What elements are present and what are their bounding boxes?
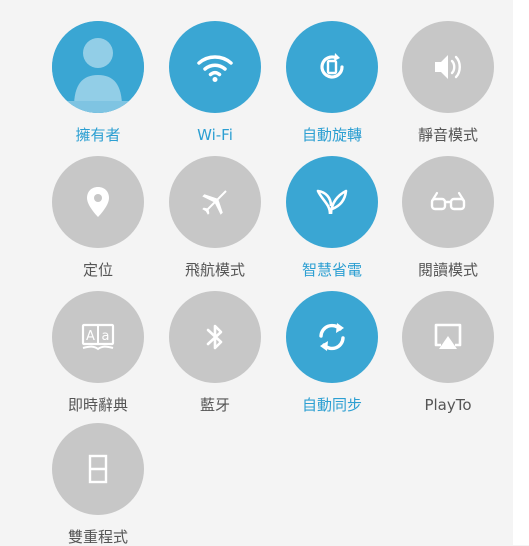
tile-playto[interactable]: PlayTo (390, 291, 506, 414)
tile-airplane-mode[interactable]: 飛航模式 (157, 156, 273, 279)
location-toggle[interactable] (52, 156, 144, 248)
tile-auto-rotate[interactable]: 自動旋轉 (274, 21, 390, 144)
tile-silent-mode[interactable]: 靜音模式 (390, 21, 506, 144)
tile-owner[interactable]: 擁有者 (40, 21, 156, 144)
tile-auto-sync-label: 自動同步 (301, 396, 362, 414)
tile-auto-rotate-label: 自動旋轉 (301, 126, 362, 144)
bluetooth-icon (206, 324, 223, 350)
tile-smart-saving-label: 智慧省電 (301, 261, 362, 279)
tile-wifi-label: Wi-Fi (197, 126, 233, 144)
airplane-icon (202, 190, 227, 215)
silent-mode-toggle[interactable] (402, 21, 494, 113)
smart-saving-toggle[interactable] (286, 156, 378, 248)
wifi-toggle[interactable] (169, 21, 261, 113)
dual-app-toggle[interactable] (52, 423, 144, 515)
auto-rotate-icon (320, 53, 344, 79)
wifi-icon (197, 55, 233, 82)
tile-location-label: 定位 (82, 261, 113, 279)
quick-settings-panel: 擁有者 Wi-Fi 自動旋轉 靜音模式 定位 飛航模式 智慧省電 閱讀模式 A … (0, 0, 513, 546)
bluetooth-toggle[interactable] (169, 291, 261, 383)
reading-mode-toggle[interactable] (402, 156, 494, 248)
tile-auto-sync[interactable]: 自動同步 (274, 291, 390, 414)
dual-app-icon (88, 454, 108, 484)
tile-wifi[interactable]: Wi-Fi (157, 21, 273, 144)
tile-bluetooth-label: 藍牙 (199, 396, 230, 414)
auto-rotate-toggle[interactable] (286, 21, 378, 113)
tile-instant-dictionary[interactable]: A a 即時辭典 (40, 291, 156, 414)
tile-instant-dictionary-label: 即時辭典 (67, 396, 128, 414)
tile-owner-label: 擁有者 (75, 126, 121, 144)
sync-icon (319, 323, 345, 351)
glasses-icon (430, 191, 466, 211)
tile-reading-mode[interactable]: 閱讀模式 (390, 156, 506, 279)
svg-text:a: a (102, 329, 110, 344)
leaf-icon (316, 189, 348, 215)
tile-silent-mode-label: 靜音模式 (417, 126, 478, 144)
owner-avatar[interactable] (52, 21, 144, 113)
location-pin-icon (87, 187, 109, 217)
svg-text:A: A (86, 329, 95, 344)
tile-playto-label: PlayTo (424, 396, 472, 414)
instant-dictionary-toggle[interactable]: A a (52, 291, 144, 383)
user-avatar-icon (52, 21, 144, 113)
dictionary-icon: A a (81, 323, 115, 351)
playto-toggle[interactable] (402, 291, 494, 383)
playto-icon (434, 323, 462, 349)
tile-reading-mode-label: 閱讀模式 (417, 261, 478, 279)
airplane-mode-toggle[interactable] (169, 156, 261, 248)
tile-bluetooth[interactable]: 藍牙 (157, 291, 273, 414)
tile-airplane-mode-label: 飛航模式 (184, 261, 245, 279)
tile-dual-app-label: 雙重程式 (67, 528, 128, 546)
panel-edge (513, 0, 529, 545)
tile-smart-saving[interactable]: 智慧省電 (274, 156, 390, 279)
auto-sync-toggle[interactable] (286, 291, 378, 383)
volume-icon (435, 55, 461, 79)
tile-dual-app[interactable]: 雙重程式 (40, 423, 156, 546)
tile-location[interactable]: 定位 (40, 156, 156, 279)
